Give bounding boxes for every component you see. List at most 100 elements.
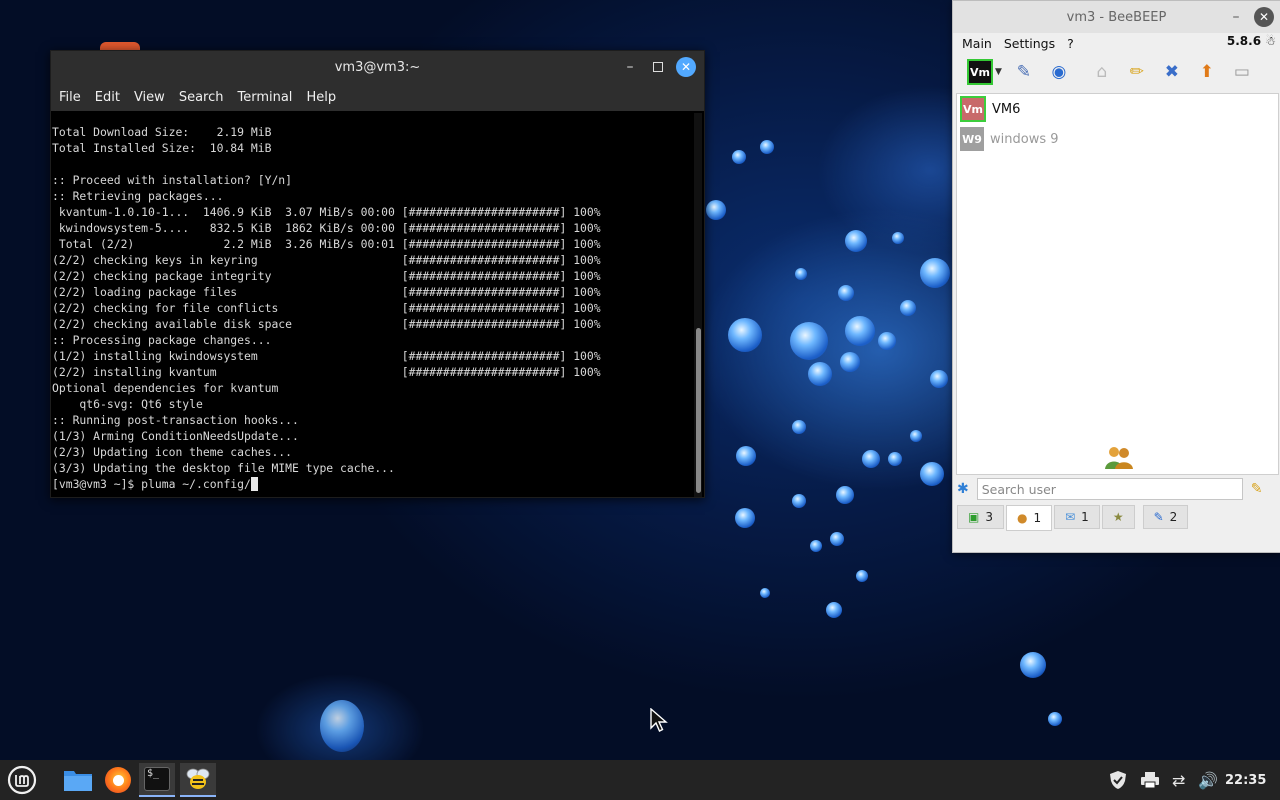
menu-view[interactable]: View: [134, 90, 165, 105]
edit-profile-button[interactable]: ✎: [1011, 59, 1037, 85]
terminal-line: (2/2) checking for file conflicts [#####…: [52, 301, 601, 315]
beebeep-titlebar[interactable]: vm3 - BeeBEEP – ✕: [953, 1, 1280, 33]
users-group-icon: [1104, 444, 1134, 476]
user-item-windows9[interactable]: W9 windows 9: [957, 124, 1278, 154]
taskbar: $_ ⇄ 🔊 22:35: [0, 760, 1280, 800]
tab-groups[interactable]: ★: [1101, 505, 1135, 529]
mint-logo-icon: [7, 765, 37, 795]
printer-icon: [1141, 772, 1159, 789]
broadcast-button[interactable]: ⌂: [1089, 59, 1115, 85]
users-icon: ●: [1016, 511, 1028, 525]
tray-volume[interactable]: 🔊: [1198, 760, 1218, 800]
group-icon: ★: [1112, 510, 1124, 524]
tools-icon: ✖: [1164, 62, 1180, 82]
share-icon: ✎: [1153, 510, 1164, 524]
tools-button[interactable]: ✖: [1159, 59, 1185, 85]
chat-icon: ✉: [1065, 510, 1076, 524]
terminal-line: :: Processing package changes...: [52, 333, 272, 347]
terminal-line: Total Download Size: 2.19 MiB: [52, 125, 272, 139]
beebeep-window[interactable]: vm3 - BeeBEEP – ✕ Main Settings ? 5.8.6 …: [952, 0, 1280, 553]
tab-users-online[interactable]: ▣ 3: [957, 505, 1004, 529]
beebeep-minimize-button[interactable]: –: [1226, 7, 1246, 27]
terminal-prompt: [vm3@vm3 ~]$ pluma ~/.config/: [52, 477, 251, 491]
tray-shield[interactable]: [1108, 760, 1128, 800]
beebeep-title: vm3 - BeeBEEP: [1066, 9, 1167, 25]
terminal-scrollbar[interactable]: [694, 113, 702, 497]
menu-search[interactable]: Search: [179, 90, 224, 105]
network-button[interactable]: ◉: [1046, 59, 1072, 85]
taskbar-beebeep-button[interactable]: [180, 763, 216, 797]
user-name: windows 9: [990, 131, 1059, 147]
taskbar-files-button[interactable]: [60, 763, 96, 797]
tab-users[interactable]: ● 1: [1005, 505, 1053, 531]
close-icon: ✕: [680, 60, 692, 74]
menu-help[interactable]: Help: [306, 90, 336, 105]
tab-count: 1: [1033, 511, 1042, 525]
user-list[interactable]: Vm VM6 W9 windows 9: [956, 93, 1279, 475]
version-label: 5.8.6 ☃: [1227, 34, 1276, 48]
terminal-output[interactable]: Total Download Size: 2.19 MiB Total Insta…: [51, 113, 692, 497]
terminal-line: (3/3) Updating the desktop file MIME typ…: [52, 461, 395, 475]
scrollbar-thumb[interactable]: [696, 328, 701, 493]
minimize-button[interactable]: –: [620, 57, 640, 77]
terminal-title: vm3@vm3:~: [334, 59, 421, 75]
close-icon: ✕: [1258, 10, 1270, 24]
antenna-icon: ◉: [1051, 62, 1067, 82]
tab-chats[interactable]: ✉ 1: [1054, 505, 1100, 529]
user-item-vm6[interactable]: Vm VM6: [957, 94, 1278, 124]
upload-button[interactable]: ⬆: [1194, 59, 1220, 85]
clear-search-icon[interactable]: ✎: [1251, 481, 1263, 497]
terminal-line: Total (2/2) 2.2 MiB 3.26 MiB/s 00:01 [##…: [52, 237, 601, 251]
maximize-button[interactable]: [648, 57, 668, 77]
user-avatar: W9: [960, 127, 984, 151]
terminal-prompt-line[interactable]: [vm3@vm3 ~]$ pluma ~/.config/: [52, 476, 692, 492]
notes-button[interactable]: ✏: [1124, 59, 1150, 85]
linux-icon: ☃: [1265, 34, 1276, 48]
search-user-input[interactable]: [976, 478, 1243, 500]
beebeep-close-button[interactable]: ✕: [1254, 7, 1274, 27]
upload-arrow-icon: ⬆: [1199, 62, 1215, 82]
tray-network[interactable]: ⇄: [1172, 760, 1185, 800]
menu-help[interactable]: ?: [1067, 36, 1074, 51]
user-name: VM6: [992, 101, 1021, 117]
tab-count: 3: [985, 510, 993, 524]
taskbar-firefox-button[interactable]: [100, 763, 136, 797]
terminal-line: :: Running post-transaction hooks...: [52, 413, 299, 427]
close-button[interactable]: ✕: [676, 57, 696, 77]
monitor-icon: ▣: [968, 510, 980, 524]
folder-icon: [64, 771, 92, 791]
terminal-line: (1/3) Arming ConditionNeedsUpdate...: [52, 429, 299, 443]
terminal-titlebar[interactable]: vm3@vm3:~ – ✕: [51, 51, 704, 83]
search-options-icon[interactable]: ✱: [957, 481, 969, 497]
tab-count: 2: [1169, 510, 1178, 524]
terminal-line: (2/2) installing kvantum [##############…: [52, 365, 601, 379]
bottom-tabs: ▣ 3 ● 1 ✉ 1 ★ ✎ 2: [957, 505, 1189, 531]
status-vm-button[interactable]: Vm: [967, 59, 993, 85]
clock[interactable]: 22:35: [1225, 760, 1266, 800]
terminal-line: :: Proceed with installation? [Y/n]: [52, 173, 293, 187]
menu-edit[interactable]: Edit: [95, 90, 120, 105]
bee-icon: [186, 768, 210, 789]
profile-edit-icon: ✎: [1016, 62, 1032, 82]
mouse-pointer-icon: [650, 707, 668, 736]
menu-terminal[interactable]: Terminal: [237, 90, 292, 105]
menu-main[interactable]: Main: [962, 36, 992, 51]
tab-count: 1: [1081, 510, 1089, 524]
chevron-down-icon[interactable]: ▼: [995, 67, 1002, 77]
tray-printer[interactable]: [1140, 760, 1160, 800]
trash-button[interactable]: ▭: [1229, 59, 1255, 85]
minimize-icon: –: [1232, 9, 1240, 25]
menu-file[interactable]: File: [59, 90, 81, 105]
terminal-line: kvantum-1.0.10-1... 1406.9 KiB 3.07 MiB/…: [52, 205, 601, 219]
terminal-window[interactable]: vm3@vm3:~ – ✕ File Edit View Search Term…: [50, 50, 705, 498]
taskbar-terminal-button[interactable]: $_: [139, 763, 175, 797]
menu-settings[interactable]: Settings: [1004, 36, 1055, 51]
trash-icon: ▭: [1233, 62, 1250, 82]
terminal-line: (2/3) Updating icon theme caches...: [52, 445, 293, 459]
start-menu-button[interactable]: [4, 763, 40, 797]
terminal-line: (1/2) installing kwindowsystem [########…: [52, 349, 601, 363]
terminal-line: (2/2) checking available disk space [###…: [52, 317, 601, 331]
tab-file-shares[interactable]: ✎ 2: [1142, 505, 1189, 529]
text-cursor: [250, 477, 258, 491]
shield-icon: [1110, 771, 1126, 789]
